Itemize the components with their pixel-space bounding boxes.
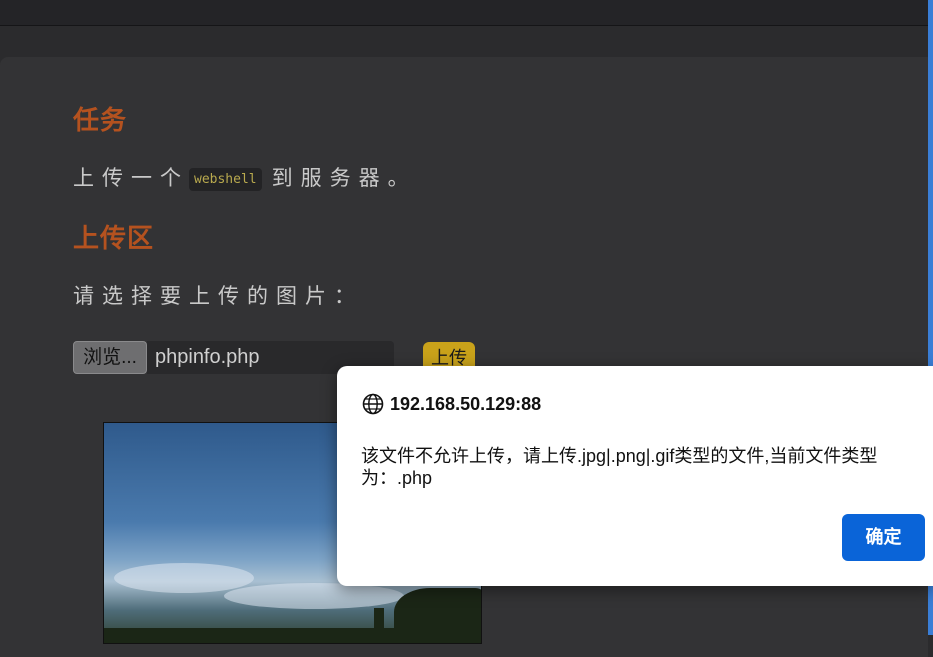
cloud-shape (224, 583, 404, 609)
browse-button[interactable]: 浏览... (73, 341, 147, 374)
browser-top-bar (0, 0, 933, 26)
cloud-shape (114, 563, 254, 593)
task-text-before: 上传一个 (73, 166, 189, 190)
upload-instruction: 请选择要上传的图片： (73, 284, 363, 308)
task-text-after: 到服务器。 (271, 166, 417, 190)
dialog-message: 该文件不允许上传，请上传.jpg|.png|.gif类型的文件,当前文件类型为：… (361, 446, 878, 488)
task-heading: 任务 (73, 106, 128, 136)
webshell-code: webshell (189, 167, 262, 191)
ok-button[interactable]: 确定 (842, 514, 925, 561)
task-description: 上传一个 webshell 到服务器。 (73, 162, 417, 192)
shoreline (104, 628, 481, 643)
upload-heading: 上传区 (73, 224, 155, 254)
dialog-host: 192.168.50.129:88 (362, 393, 541, 420)
dialog-host-text: 192.168.50.129:88 (390, 394, 542, 414)
alert-dialog: 192.168.50.129:88 该文件不允许上传，请上传.jpg|.png|… (337, 366, 933, 586)
globe-icon (362, 393, 384, 420)
